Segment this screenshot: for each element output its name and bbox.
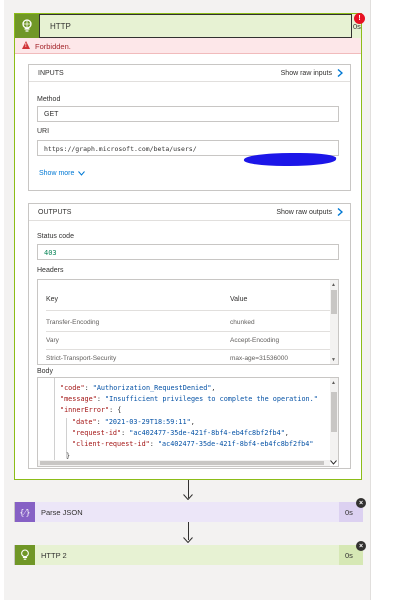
json-key: "client-request-id": [72, 440, 150, 448]
headers-label: Headers: [37, 267, 64, 274]
scroll-up-icon[interactable]: ▲: [331, 380, 336, 386]
http-title-box[interactable]: HTTP: [39, 14, 352, 38]
scroll-up-icon[interactable]: ▲: [331, 282, 336, 288]
json-value: "ac402477-35de-421f-8bf4-eb4fc8bf2fb4": [129, 429, 285, 437]
scroll-down-icon[interactable]: ▼: [331, 357, 336, 363]
method-label: Method: [37, 96, 61, 103]
show-raw-outputs-link[interactable]: Show raw outputs: [276, 209, 332, 216]
http2-title: HTTP 2: [41, 551, 67, 560]
chevron-down-icon[interactable]: [78, 171, 85, 176]
chevron-down-icon[interactable]: [330, 460, 337, 465]
close-icon[interactable]: ×: [356, 541, 366, 551]
status-code-label: Status code: [37, 233, 74, 240]
status-code-field: 403: [37, 244, 339, 260]
show-raw-inputs-link[interactable]: Show raw inputs: [281, 70, 332, 77]
body-code-viewer[interactable]: "code": "Authorization_RequestDenied", "…: [37, 377, 339, 467]
error-badge: !: [354, 13, 365, 24]
indent-guide: [54, 378, 55, 462]
row-divider: [46, 331, 330, 332]
panel-divider: [370, 0, 371, 600]
parse-json-title: Parse JSON: [41, 508, 83, 517]
header-key: Strict-Transport-Security: [46, 355, 117, 362]
scroll-thumb[interactable]: [331, 290, 337, 314]
http-icon: [15, 545, 35, 565]
warning-icon: !: [22, 41, 30, 49]
scroll-thumb[interactable]: [331, 392, 337, 432]
headers-value-column: Value: [230, 296, 248, 303]
scroll-thumb[interactable]: [40, 461, 324, 465]
json-key: "request-id": [72, 429, 122, 437]
inputs-header: INPUTS Show raw inputs: [29, 65, 350, 82]
parse-json-icon: {⁄}: [15, 502, 35, 522]
body-vertical-scrollbar[interactable]: ▲: [330, 378, 338, 460]
chevron-right-icon[interactable]: [337, 69, 343, 77]
headers-table: Key Value Transfer-Encoding chunked Vary…: [37, 279, 339, 365]
http-icon: [15, 14, 39, 38]
header-divider: [46, 310, 330, 311]
arrow-down-icon: [183, 537, 193, 543]
close-icon[interactable]: ×: [356, 498, 366, 508]
http-card-header[interactable]: HTTP 0s: [15, 14, 361, 38]
json-value: "Authorization_RequestDenied": [92, 384, 212, 392]
http-card-title: HTTP: [50, 22, 71, 31]
json-key: "innerError": [60, 406, 110, 414]
status-code-value: 403: [44, 248, 57, 257]
uri-label: URI: [37, 128, 50, 135]
body-horizontal-scrollbar[interactable]: [38, 460, 330, 466]
chevron-right-icon[interactable]: [337, 208, 343, 216]
header-key: Vary: [46, 337, 59, 344]
body-label: Body: [37, 368, 53, 375]
show-more-link[interactable]: Show more: [39, 170, 74, 177]
outputs-title: OUTPUTS: [38, 209, 72, 216]
parse-json-card[interactable]: {⁄} Parse JSON 0s: [14, 502, 363, 522]
header-key: Transfer-Encoding: [46, 319, 100, 326]
row-divider: [46, 349, 330, 350]
inputs-section: INPUTS Show raw inputs: [28, 64, 351, 191]
json-key: "date": [72, 418, 97, 426]
http-action-card: HTTP 0s ! Forbidden. INPUTS Show raw inp…: [14, 13, 362, 480]
headers-scrollbar[interactable]: ▲ ▼: [330, 280, 338, 364]
header-value: Accept-Encoding: [230, 337, 280, 344]
error-message: Forbidden.: [35, 42, 71, 51]
json-key: "message": [60, 395, 97, 403]
json-key: "code": [60, 384, 85, 392]
json-value: "Insufficient privileges to complete the…: [105, 395, 318, 403]
http2-duration: 0s: [345, 551, 353, 560]
json-value: "ac402477-35de-421f-8bf4-eb4fc8bf2fb4": [157, 440, 314, 448]
method-value: GET: [44, 110, 59, 118]
header-value: chunked: [230, 319, 255, 326]
error-banner: ! Forbidden.: [15, 38, 361, 54]
json-value: "2021-03-29T18:59:11": [104, 418, 191, 426]
arrow-down-icon: [183, 494, 193, 500]
header-value: max-age=31536000: [230, 355, 289, 362]
parse-json-duration: 0s: [345, 508, 353, 517]
inputs-title: INPUTS: [38, 70, 64, 77]
headers-key-column: Key: [46, 296, 59, 303]
http2-card[interactable]: HTTP 2 0s: [14, 545, 363, 565]
method-field: GET: [37, 106, 339, 122]
uri-value: https://graph.microsoft.com/beta/users/: [44, 144, 197, 153]
outputs-header: OUTPUTS Show raw outputs: [29, 204, 350, 221]
